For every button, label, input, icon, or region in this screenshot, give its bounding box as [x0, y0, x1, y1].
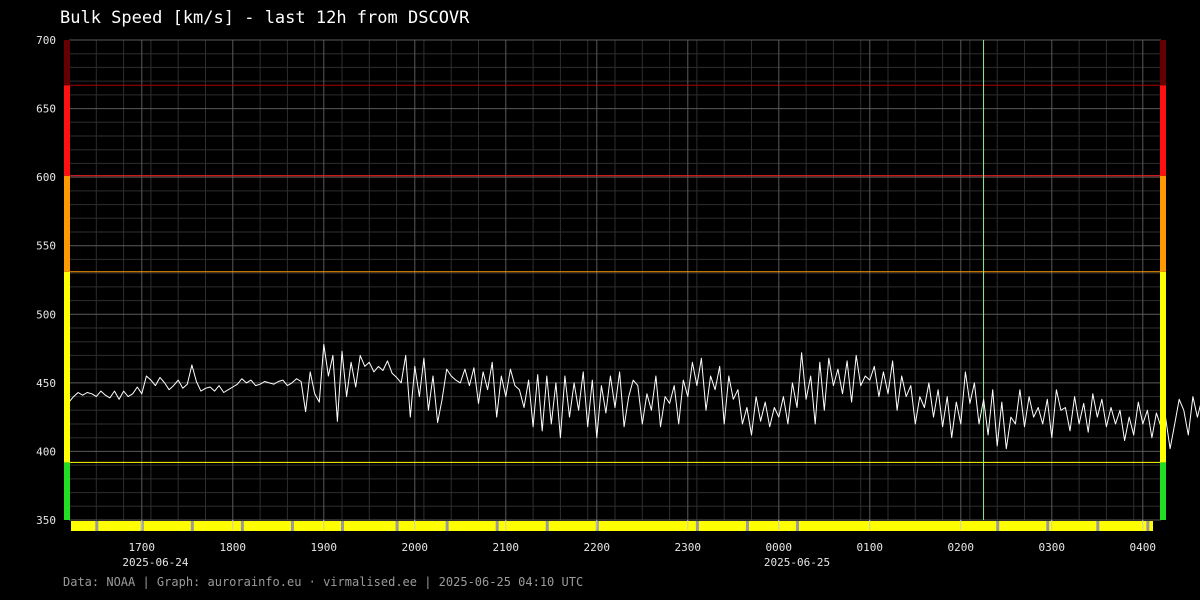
status-band-left — [64, 271, 70, 463]
x-tick-label: 2100 — [493, 541, 520, 554]
x-tick-label: 0200 — [948, 541, 975, 554]
status-bar-gap — [495, 521, 499, 531]
y-tick-label: 450 — [36, 377, 56, 390]
status-band-left — [64, 175, 70, 272]
x-tick-label: 1900 — [311, 541, 338, 554]
x-tick-label: 1700 — [129, 541, 156, 554]
status-band-right — [1160, 462, 1166, 520]
x-tick-label: 2300 — [675, 541, 702, 554]
y-tick-label: 600 — [36, 171, 56, 184]
x-tick-label: 1800 — [220, 541, 247, 554]
status-bar-gap — [240, 521, 244, 531]
status-bar-gap — [395, 521, 399, 531]
status-bar-gap — [1046, 521, 1050, 531]
status-band-right — [1160, 175, 1166, 272]
status-band-right — [1160, 85, 1166, 176]
date-label: 2025-06-25 — [764, 556, 830, 569]
x-tick-label: 0300 — [1039, 541, 1066, 554]
status-bar-gap — [545, 521, 549, 531]
y-tick-label: 700 — [36, 34, 56, 47]
status-bar-gap — [695, 521, 699, 531]
status-bar-gap — [445, 521, 449, 531]
x-tick-label: 0000 — [766, 541, 793, 554]
status-band-right — [1160, 40, 1166, 86]
status-band-left — [64, 85, 70, 176]
status-bar-gap — [290, 521, 294, 531]
status-bar-gap — [95, 521, 99, 531]
x-tick-label: 2000 — [402, 541, 429, 554]
x-tick-label: 0400 — [1130, 541, 1157, 554]
footer-credits: Data: NOAA | Graph: aurorainfo.eu · virm… — [63, 575, 584, 589]
status-bar-gap — [1146, 521, 1150, 531]
y-tick-label: 350 — [36, 514, 56, 527]
status-bar-gap — [1096, 521, 1100, 531]
date-label: 2025-06-24 — [122, 556, 189, 569]
x-tick-label: 2200 — [584, 541, 611, 554]
x-tick-label: 0100 — [857, 541, 884, 554]
y-tick-label: 400 — [36, 445, 56, 458]
speed-chart: 350 400 450 500 550 600 650 700 1700 1800 1900 200… — [36, 34, 1200, 569]
status-bar-gap — [996, 521, 1000, 531]
y-tick-label: 650 — [36, 103, 56, 116]
status-band-left — [64, 462, 70, 520]
status-bar-gap — [341, 521, 344, 531]
y-tick-label: 500 — [36, 308, 56, 321]
status-bar-gap — [745, 521, 749, 531]
status-band-right — [1160, 271, 1166, 463]
y-axis-ticks: 350 400 450 500 550 600 650 700 — [36, 34, 56, 527]
status-bar-gap — [796, 521, 799, 531]
status-band-left — [64, 40, 70, 86]
y-tick-label: 550 — [36, 240, 56, 253]
status-bar-gap — [190, 521, 194, 531]
